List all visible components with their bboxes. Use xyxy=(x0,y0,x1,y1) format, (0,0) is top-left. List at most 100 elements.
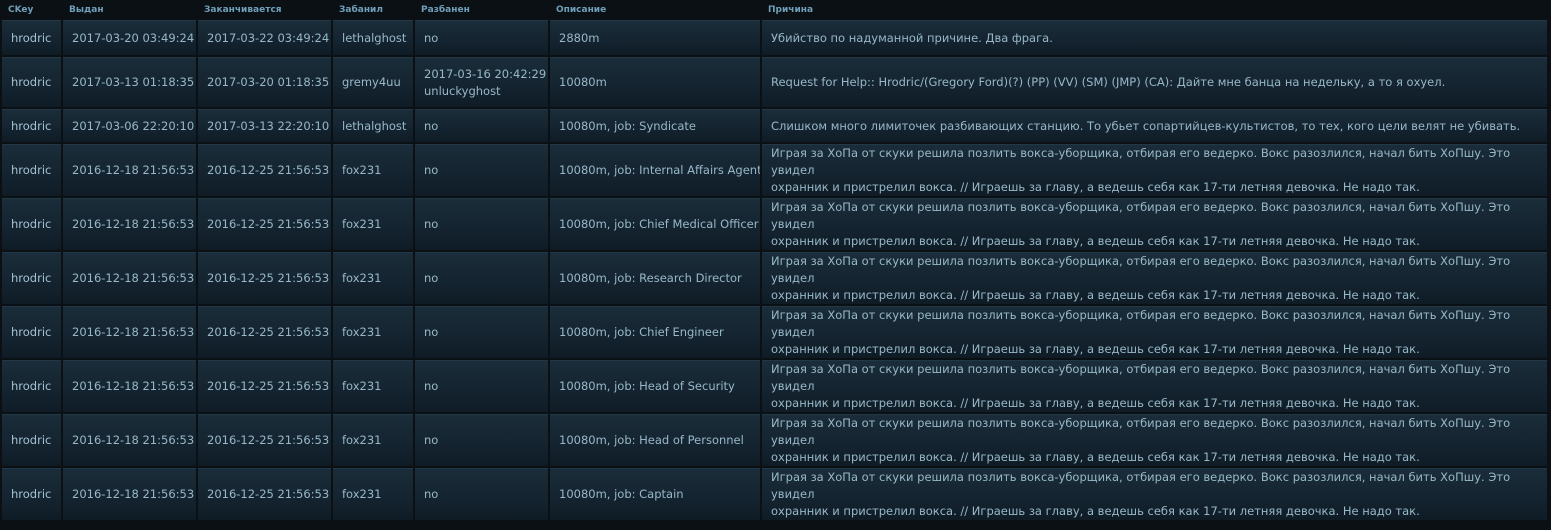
unbanned-date: no xyxy=(424,163,439,177)
cell-issued: 2017-03-06 22:20:10 xyxy=(63,109,196,142)
cell-expires: 2017-03-13 22:20:10 xyxy=(198,109,331,142)
reason-line-1: Слишком много лимиточек разбивающих стан… xyxy=(771,118,1521,133)
cell-ckey: hrodric xyxy=(2,144,61,196)
unbanned-date: no xyxy=(424,379,439,393)
cell-expires: 2016-12-25 21:56:53 xyxy=(198,198,331,250)
cell-ckey: hrodric xyxy=(2,20,61,55)
cell-banned-by: fox231 xyxy=(333,252,413,304)
cell-reason: Убийство по надуманной причине. Два фраг… xyxy=(762,20,1547,55)
cell-description: 10080m xyxy=(550,57,760,107)
cell-ckey: hrodric xyxy=(2,468,61,520)
table-header: CKey Выдан Заканчивается Забанил Разбане… xyxy=(2,2,1547,18)
cell-issued: 2016-12-18 21:56:53 xyxy=(63,414,196,466)
cell-issued: 2016-12-18 21:56:53 xyxy=(63,144,196,196)
cell-reason: Играя за ХоПа от скуки решила позлить во… xyxy=(762,144,1547,196)
col-header-issued: Выдан xyxy=(69,5,104,15)
col-header-unbanned: Разбанен xyxy=(421,5,470,15)
cell-description: 10080m, job: Head of Security xyxy=(550,360,760,412)
reason-line-1: Играя за ХоПа от скуки решила позлить во… xyxy=(771,362,1511,393)
unbanned-date: 2017-03-16 20:42:29 xyxy=(424,66,547,81)
reason-line-1: Играя за ХоПа от скуки решила позлить во… xyxy=(771,308,1511,339)
cell-ckey: hrodric xyxy=(2,306,61,358)
col-header-expires: Заканчивается xyxy=(204,5,282,15)
cell-ckey: hrodric xyxy=(2,198,61,250)
cell-unbanned: no xyxy=(415,252,548,304)
cell-reason: Request for Help:: Hrodric/(Gregory Ford… xyxy=(762,57,1547,107)
cell-unbanned: no xyxy=(415,109,548,142)
unbanned-date: no xyxy=(424,433,439,447)
cell-issued: 2017-03-20 03:49:24 xyxy=(63,20,196,55)
cell-ckey: hrodric xyxy=(2,109,61,142)
cell-ckey: hrodric xyxy=(2,360,61,412)
cell-description: 10080m, job: Captain xyxy=(550,468,760,520)
ban-table: CKey Выдан Заканчивается Забанил Разбане… xyxy=(0,0,1549,522)
cell-banned-by: fox231 xyxy=(333,468,413,520)
cell-ckey: hrodric xyxy=(2,252,61,304)
unbanned-date: no xyxy=(424,325,439,339)
table-row: hrodric 2016-12-18 21:56:53 2016-12-25 2… xyxy=(2,468,1547,520)
cell-expires: 2017-03-20 01:18:35 xyxy=(198,57,331,107)
table-row: hrodric 2017-03-06 22:20:10 2017-03-13 2… xyxy=(2,109,1547,142)
reason-line-1: Играя за ХоПа от скуки решила позлить во… xyxy=(771,416,1511,447)
cell-reason: Слишком много лимиточек разбивающих стан… xyxy=(762,109,1547,142)
cell-reason: Играя за ХоПа от скуки решила позлить во… xyxy=(762,198,1547,250)
cell-unbanned: no xyxy=(415,198,548,250)
cell-reason: Играя за ХоПа от скуки решила позлить во… xyxy=(762,252,1547,304)
cell-reason: Играя за ХоПа от скуки решила позлить во… xyxy=(762,360,1547,412)
cell-issued: 2016-12-18 21:56:53 xyxy=(63,198,196,250)
reason-line-2: охранник и пристрелил вокса. // Играешь … xyxy=(771,288,1420,302)
cell-banned-by: fox231 xyxy=(333,306,413,358)
reason-line-1: Играя за ХоПа от скуки решила позлить во… xyxy=(771,146,1511,177)
col-header-reason: Причина xyxy=(768,5,814,15)
cell-expires: 2016-12-25 21:56:53 xyxy=(198,360,331,412)
unbanned-date: no xyxy=(424,271,439,285)
reason-line-1: Играя за ХоПа от скуки решила позлить во… xyxy=(771,254,1511,285)
col-header-banned-by: Забанил xyxy=(339,5,383,15)
cell-description: 10080m, job: Syndicate xyxy=(550,109,760,142)
cell-issued: 2016-12-18 21:56:53 xyxy=(63,468,196,520)
col-header-description: Описание xyxy=(556,5,607,15)
table-row: hrodric 2016-12-18 21:56:53 2016-12-25 2… xyxy=(2,252,1547,304)
unbanned-date: no xyxy=(424,487,439,501)
cell-issued: 2016-12-18 21:56:53 xyxy=(63,306,196,358)
reason-line-1: Играя за ХоПа от скуки решила позлить во… xyxy=(771,200,1511,231)
cell-description: 10080m, job: Internal Affairs Agent xyxy=(550,144,760,196)
cell-description: 10080m, job: Head of Personnel xyxy=(550,414,760,466)
reason-line-2: охранник и пристрелил вокса. // Играешь … xyxy=(771,396,1420,410)
reason-line-1: Убийство по надуманной причине. Два фраг… xyxy=(771,30,1053,45)
cell-issued: 2017-03-13 01:18:35 xyxy=(63,57,196,107)
cell-banned-by: fox231 xyxy=(333,144,413,196)
cell-reason: Играя за ХоПа от скуки решила позлить во… xyxy=(762,468,1547,520)
unbanned-by: unluckyghost xyxy=(424,83,501,98)
table-body: hrodric 2017-03-20 03:49:24 2017-03-22 0… xyxy=(2,20,1547,520)
cell-banned-by: lethalghost xyxy=(333,20,413,55)
unbanned-date: no xyxy=(424,118,439,133)
table-row: hrodric 2016-12-18 21:56:53 2016-12-25 2… xyxy=(2,144,1547,196)
unbanned-date: no xyxy=(424,217,439,231)
cell-description: 10080m, job: Chief Medical Officer xyxy=(550,198,760,250)
cell-unbanned: no xyxy=(415,144,548,196)
cell-expires: 2016-12-25 21:56:53 xyxy=(198,144,331,196)
table-row: hrodric 2016-12-18 21:56:53 2016-12-25 2… xyxy=(2,306,1547,358)
unbanned-date: no xyxy=(424,30,439,45)
cell-banned-by: fox231 xyxy=(333,360,413,412)
reason-line-1: Request for Help:: Hrodric/(Gregory Ford… xyxy=(771,75,1446,89)
cell-expires: 2016-12-25 21:56:53 xyxy=(198,414,331,466)
cell-unbanned: no xyxy=(415,306,548,358)
cell-reason: Играя за ХоПа от скуки решила позлить во… xyxy=(762,414,1547,466)
col-header-ckey: CKey xyxy=(8,5,34,15)
reason-line-2: охранник и пристрелил вокса. // Играешь … xyxy=(771,450,1420,464)
cell-expires: 2016-12-25 21:56:53 xyxy=(198,306,331,358)
ban-list-page: CKey Выдан Заканчивается Забанил Разбане… xyxy=(0,0,1551,530)
table-row: hrodric 2017-03-20 03:49:24 2017-03-22 0… xyxy=(2,20,1547,55)
table-row: hrodric 2016-12-18 21:56:53 2016-12-25 2… xyxy=(2,414,1547,466)
table-row: hrodric 2017-03-13 01:18:35 2017-03-20 0… xyxy=(2,57,1547,107)
cell-banned-by: fox231 xyxy=(333,198,413,250)
cell-description: 10080m, job: Research Director xyxy=(550,252,760,304)
cell-description: 2880m xyxy=(550,20,760,55)
cell-issued: 2016-12-18 21:56:53 xyxy=(63,360,196,412)
cell-description: 10080m, job: Chief Engineer xyxy=(550,306,760,358)
cell-banned-by: gremy4uu xyxy=(333,57,413,107)
cell-unbanned: no xyxy=(415,468,548,520)
reason-line-2: охранник и пристрелил вокса. // Играешь … xyxy=(771,234,1420,248)
